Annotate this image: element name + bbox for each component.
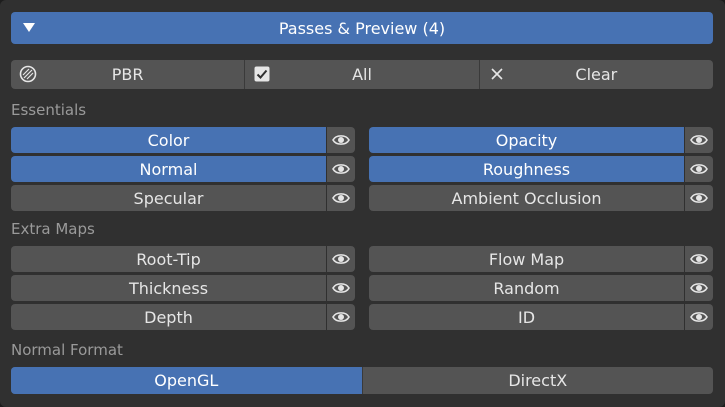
pass-toggle-roughness[interactable]: Roughness [369, 156, 684, 182]
pass-row: Color [11, 127, 355, 153]
passes-preview-panel: Passes & Preview (4) PBR All Clear Essen… [0, 0, 725, 407]
pass-row: Thickness [11, 275, 355, 301]
pass-toggle-id[interactable]: ID [369, 304, 684, 330]
all-label: All [352, 65, 372, 84]
pass-toggle-flow-map[interactable]: Flow Map [369, 246, 684, 272]
pass-row: Roughness [369, 156, 713, 182]
pass-toggle-depth[interactable]: Depth [11, 304, 326, 330]
pass-toggle-ambient-occlusion[interactable]: Ambient Occlusion [369, 185, 684, 211]
eye-icon[interactable] [327, 246, 355, 272]
eye-icon[interactable] [327, 127, 355, 153]
section-label-normal-format: Normal Format [11, 341, 123, 359]
pass-toggle-normal[interactable]: Normal [11, 156, 326, 182]
pass-row: Flow Map [369, 246, 713, 272]
eye-icon[interactable] [685, 275, 713, 301]
pass-toggle-thickness[interactable]: Thickness [11, 275, 326, 301]
eye-icon[interactable] [685, 304, 713, 330]
pbr-sphere-icon [19, 65, 37, 83]
eye-icon[interactable] [685, 246, 713, 272]
pass-row: Depth [11, 304, 355, 330]
pass-toggle-opacity[interactable]: Opacity [369, 127, 684, 153]
pass-row: Random [369, 275, 713, 301]
normal-format-opengl[interactable]: OpenGL [11, 367, 363, 394]
pass-row: Ambient Occlusion [369, 185, 713, 211]
pbr-label: PBR [111, 65, 144, 84]
clear-button[interactable]: Clear [480, 60, 713, 89]
preset-toolbar: PBR All Clear [11, 60, 713, 89]
close-icon [491, 68, 503, 80]
normal-format-directx[interactable]: DirectX [363, 367, 714, 394]
eye-icon[interactable] [685, 156, 713, 182]
pass-row: Root-Tip [11, 246, 355, 272]
panel-title: Passes & Preview (4) [278, 18, 446, 38]
pass-row: Normal [11, 156, 355, 182]
clear-label: Clear [575, 65, 618, 84]
normal-format-selector: OpenGL DirectX [11, 367, 713, 394]
pass-toggle-random[interactable]: Random [369, 275, 684, 301]
eye-icon[interactable] [685, 185, 713, 211]
eye-icon[interactable] [327, 275, 355, 301]
section-label-essentials: Essentials [11, 101, 87, 119]
pbr-button[interactable]: PBR [11, 60, 246, 89]
pass-row: ID [369, 304, 713, 330]
pass-toggle-specular[interactable]: Specular [11, 185, 326, 211]
section-label-extra-maps: Extra Maps [11, 220, 95, 238]
collapse-triangle-icon[interactable] [23, 23, 35, 32]
eye-icon[interactable] [327, 156, 355, 182]
pass-toggle-root-tip[interactable]: Root-Tip [11, 246, 326, 272]
panel-header[interactable]: Passes & Preview (4) [11, 12, 713, 44]
checkbox-icon [254, 66, 270, 82]
pass-toggle-color[interactable]: Color [11, 127, 326, 153]
all-button[interactable]: All [245, 60, 480, 89]
pass-row: Specular [11, 185, 355, 211]
pass-row: Opacity [369, 127, 713, 153]
eye-icon[interactable] [685, 127, 713, 153]
eye-icon[interactable] [327, 185, 355, 211]
eye-icon[interactable] [327, 304, 355, 330]
